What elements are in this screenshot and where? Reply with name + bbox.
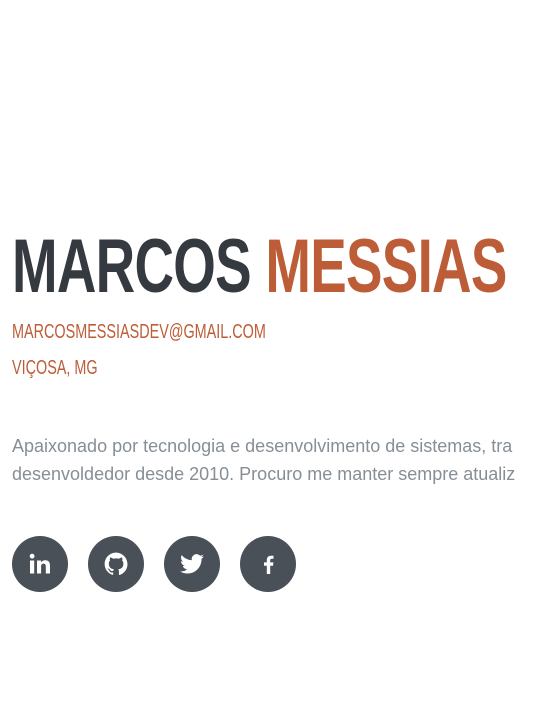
last-name: MESSIAS — [265, 224, 507, 309]
linkedin-icon — [28, 552, 52, 576]
bio-line-2: desenvoldedor desde 2010. Procuro me man… — [12, 464, 516, 484]
email-link[interactable]: MARCOSMESSIASDEV@GMAIL.COM — [12, 314, 266, 350]
github-icon — [103, 551, 129, 577]
page-title: MARCOS MESSIAS — [12, 222, 507, 312]
location-text: VIÇOSA, MG — [12, 357, 98, 379]
facebook-icon — [256, 552, 280, 576]
hero: MARCOS MESSIAS — [12, 222, 540, 312]
twitter-button[interactable] — [164, 536, 220, 592]
linkedin-button[interactable] — [12, 536, 68, 592]
bio-line-1: Apaixonado por tecnologia e desenvolvime… — [12, 436, 513, 456]
page: MARCOS MESSIAS MARCOSMESSIASDEV@GMAIL.CO… — [0, 0, 540, 720]
first-name: MARCOS — [12, 224, 252, 309]
social-links — [12, 536, 296, 592]
twitter-icon — [179, 551, 205, 577]
bio-text: Apaixonado por tecnologia e desenvolvime… — [12, 432, 540, 488]
github-button[interactable] — [88, 536, 144, 592]
facebook-button[interactable] — [240, 536, 296, 592]
